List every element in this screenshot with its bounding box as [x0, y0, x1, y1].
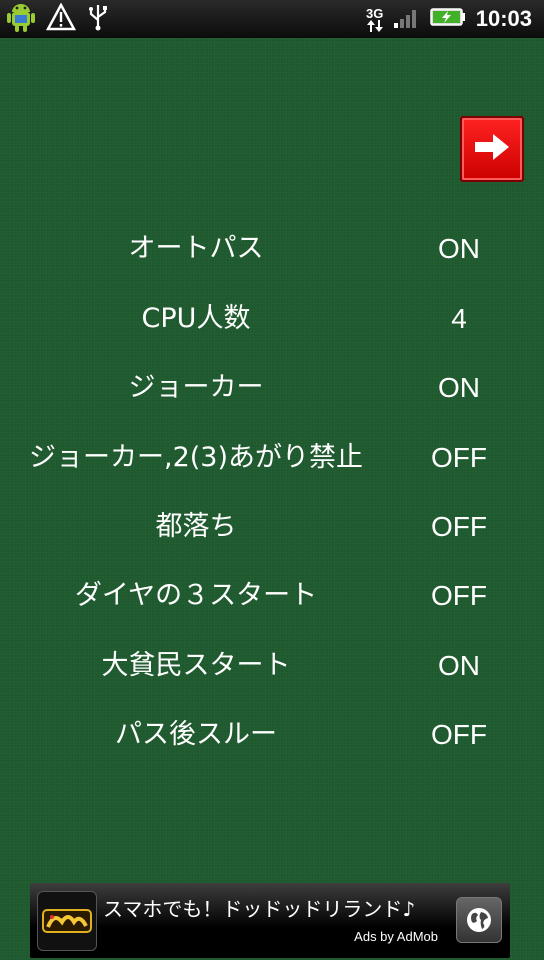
setting-row-poorest-start[interactable]: 大貧民スタート ON — [0, 636, 544, 696]
setting-row-cpu-count[interactable]: CPU人数 4 — [0, 289, 544, 349]
setting-value[interactable]: OFF — [400, 566, 518, 626]
setting-label: パス後スルー — [115, 719, 277, 750]
arrow-right-icon — [473, 132, 511, 166]
setting-row-capital-fall[interactable]: 都落ち OFF — [0, 497, 544, 557]
setting-value[interactable]: ON — [400, 636, 518, 696]
setting-row-auto-pass[interactable]: オートパス ON — [0, 219, 544, 279]
ad-attribution: Ads by AdMob — [354, 929, 438, 944]
signal-icon — [393, 6, 420, 32]
setting-value[interactable]: 4 — [400, 289, 518, 349]
network-3g-icon: 3G — [366, 7, 384, 32]
globe-icon[interactable] — [456, 897, 502, 943]
setting-row-joker-finish-ban[interactable]: ジョーカー,2(3)あがり禁止 OFF — [0, 428, 544, 488]
clock: 10:03 — [475, 6, 532, 31]
setting-label: 都落ち — [155, 511, 237, 542]
ad-text[interactable]: スマホでも！ドッドッドリランド♪ — [103, 893, 415, 922]
setting-value[interactable]: OFF — [400, 705, 518, 765]
usb-icon — [86, 3, 110, 35]
setting-label: CPU人数 — [141, 303, 251, 334]
setting-label: オートパス — [128, 233, 264, 264]
ad-banner[interactable]: スマホでも！ドッドッドリランド♪ Ads by AdMob — [30, 883, 510, 958]
setting-value[interactable]: OFF — [400, 428, 518, 488]
setting-row-diamond-3-start[interactable]: ダイヤの３スタート OFF — [0, 566, 544, 626]
setting-row-pass-through[interactable]: パス後スルー OFF — [0, 705, 544, 765]
battery-charging-icon — [429, 7, 466, 31]
android-icon — [6, 1, 36, 37]
setting-value[interactable]: ON — [400, 219, 518, 279]
setting-label: ダイヤの３スタート — [74, 580, 318, 611]
setting-label: ジョーカー,2(3)あがり禁止 — [28, 442, 363, 473]
app-logo-icon — [37, 891, 97, 951]
status-bar: 3G 10:03 — [0, 0, 544, 38]
setting-row-joker[interactable]: ジョーカー ON — [0, 358, 544, 418]
next-button[interactable] — [460, 116, 524, 182]
setting-value[interactable]: ON — [400, 358, 518, 418]
setting-label: 大貧民スタート — [101, 650, 291, 681]
warning-icon — [45, 2, 77, 35]
setting-value[interactable]: OFF — [400, 497, 518, 557]
setting-label: ジョーカー — [128, 372, 264, 403]
